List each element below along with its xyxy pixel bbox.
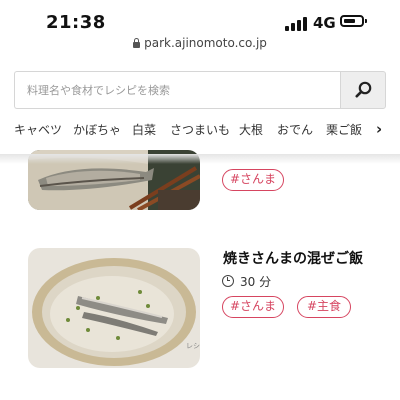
search-button[interactable] bbox=[340, 71, 386, 109]
category-item[interactable]: かぼちゃ bbox=[73, 121, 121, 138]
tag-main-dish[interactable]: #主食 bbox=[297, 296, 351, 318]
status-time: 21:38 bbox=[46, 12, 106, 33]
url-bar[interactable]: park.ajinomoto.co.jp bbox=[0, 36, 400, 56]
search-input[interactable]: 料理名や食材でレシピを検索 bbox=[14, 71, 340, 109]
category-item[interactable]: 栗ご飯 bbox=[326, 121, 362, 138]
header-shadow bbox=[0, 154, 400, 164]
svg-text:レシピ: レシピ bbox=[186, 342, 200, 350]
tag-sanma[interactable]: #さんま bbox=[222, 296, 284, 318]
category-item[interactable]: おでん bbox=[277, 121, 313, 138]
category-nav: キャベツ かぼちゃ 白菜 さつまいも 大根 おでん 栗ご飯 bbox=[14, 121, 400, 141]
search-bar: 料理名や食材でレシピを検索 bbox=[14, 71, 386, 109]
category-item[interactable]: キャベツ bbox=[14, 121, 62, 138]
lock-icon bbox=[133, 38, 141, 48]
recipe-image[interactable]: レシピ bbox=[28, 248, 200, 368]
tag-sanma[interactable]: #さんま bbox=[222, 169, 284, 191]
signal-icon bbox=[285, 17, 309, 31]
clock-icon bbox=[222, 275, 234, 287]
battery-icon bbox=[340, 15, 367, 27]
category-item[interactable]: 大根 bbox=[239, 121, 263, 138]
chevron-right-icon[interactable]: › bbox=[376, 120, 388, 138]
recipe-time: 30 分 bbox=[222, 273, 271, 290]
category-item[interactable]: さつまいも bbox=[170, 121, 230, 138]
search-icon bbox=[355, 81, 372, 98]
status-bar: 21:38 4G bbox=[0, 0, 400, 40]
category-item[interactable]: 白菜 bbox=[132, 121, 156, 138]
url-text: park.ajinomoto.co.jp bbox=[144, 36, 267, 50]
network-label: 4G bbox=[313, 14, 336, 32]
recipe-time-value: 30 分 bbox=[240, 275, 272, 289]
recipe-title[interactable]: 焼きさんまの混ぜご飯 bbox=[223, 248, 363, 268]
